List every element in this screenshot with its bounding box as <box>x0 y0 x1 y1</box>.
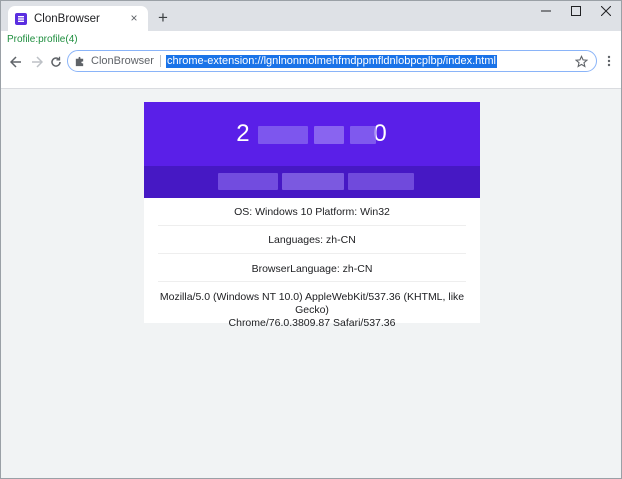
info-card: 2 0 OS: Windows 10 Platform: Win32 Langu… <box>144 102 480 329</box>
location-mask-3 <box>348 173 414 190</box>
browser-menu-button[interactable] <box>605 54 613 68</box>
kebab-menu-icon <box>607 55 611 67</box>
tab-clonbrowser[interactable]: ClonBrowser × <box>8 6 148 31</box>
maximize-button[interactable] <box>561 1 591 21</box>
minimize-icon <box>541 10 551 12</box>
location-mask-2 <box>282 173 344 190</box>
close-icon <box>601 6 611 16</box>
ip-address: 2 0 <box>236 120 388 147</box>
omnibox-divider <box>159 55 161 67</box>
browser-toolbar: Profile:profile(4) ClonBrowser chrome-ex… <box>1 31 621 89</box>
os-text: OS: Windows 10 Platform: Win32 <box>234 206 390 218</box>
forward-button[interactable] <box>28 54 46 70</box>
os-row: OS: Windows 10 Platform: Win32 <box>158 198 466 226</box>
ip-mask-2 <box>314 126 344 144</box>
star-icon <box>574 55 589 68</box>
location-band <box>144 166 480 198</box>
arrow-left-icon <box>10 56 21 68</box>
window-controls <box>531 1 621 21</box>
user-agent-line-1: Mozilla/5.0 (Windows NT 10.0) AppleWebKi… <box>159 291 465 316</box>
reload-icon <box>51 56 61 67</box>
user-agent-row: Mozilla/5.0 (Windows NT 10.0) AppleWebKi… <box>158 282 466 329</box>
page-content: 2 0 OS: Windows 10 Platform: Win32 Langu… <box>1 90 621 478</box>
reload-button[interactable] <box>47 54 65 70</box>
browser-language-text: BrowserLanguage: zh-CN <box>251 263 373 275</box>
url-text[interactable]: chrome-extension://lgnlnonmolmehfmdppmfl… <box>165 54 497 68</box>
browser-language-row: BrowserLanguage: zh-CN <box>158 254 466 282</box>
close-window-button[interactable] <box>591 1 621 21</box>
languages-row: Languages: zh-CN <box>158 226 466 254</box>
browser-window: ClonBrowser × + Profile:profile(4) ClonB… <box>0 0 622 479</box>
tab-title: ClonBrowser <box>34 12 100 25</box>
arrow-right-icon <box>32 56 43 68</box>
minimize-button[interactable] <box>531 1 561 21</box>
ip-mask-3 <box>350 126 376 144</box>
maximize-icon <box>571 6 581 16</box>
puzzle-extension-icon <box>74 55 86 67</box>
user-agent-line-2: Chrome/76.0.3809.87 Safari/537.36 <box>228 317 396 329</box>
tab-close-icon[interactable]: × <box>127 11 141 25</box>
profile-label: Profile:profile(4) <box>7 34 78 45</box>
address-bar[interactable]: ClonBrowser chrome-extension://lgnlnonmo… <box>67 50 597 72</box>
back-button[interactable] <box>7 54 25 70</box>
tab-strip: ClonBrowser × + <box>1 1 621 31</box>
clonbrowser-logo-icon <box>15 12 27 25</box>
languages-text: Languages: zh-CN <box>268 234 356 246</box>
ip-mask-1 <box>258 126 308 144</box>
ip-header: 2 0 <box>144 102 480 166</box>
site-name: ClonBrowser <box>91 55 154 67</box>
location-mask-1 <box>218 173 278 190</box>
new-tab-button[interactable]: + <box>154 8 172 26</box>
bookmark-star-button[interactable] <box>574 55 589 68</box>
